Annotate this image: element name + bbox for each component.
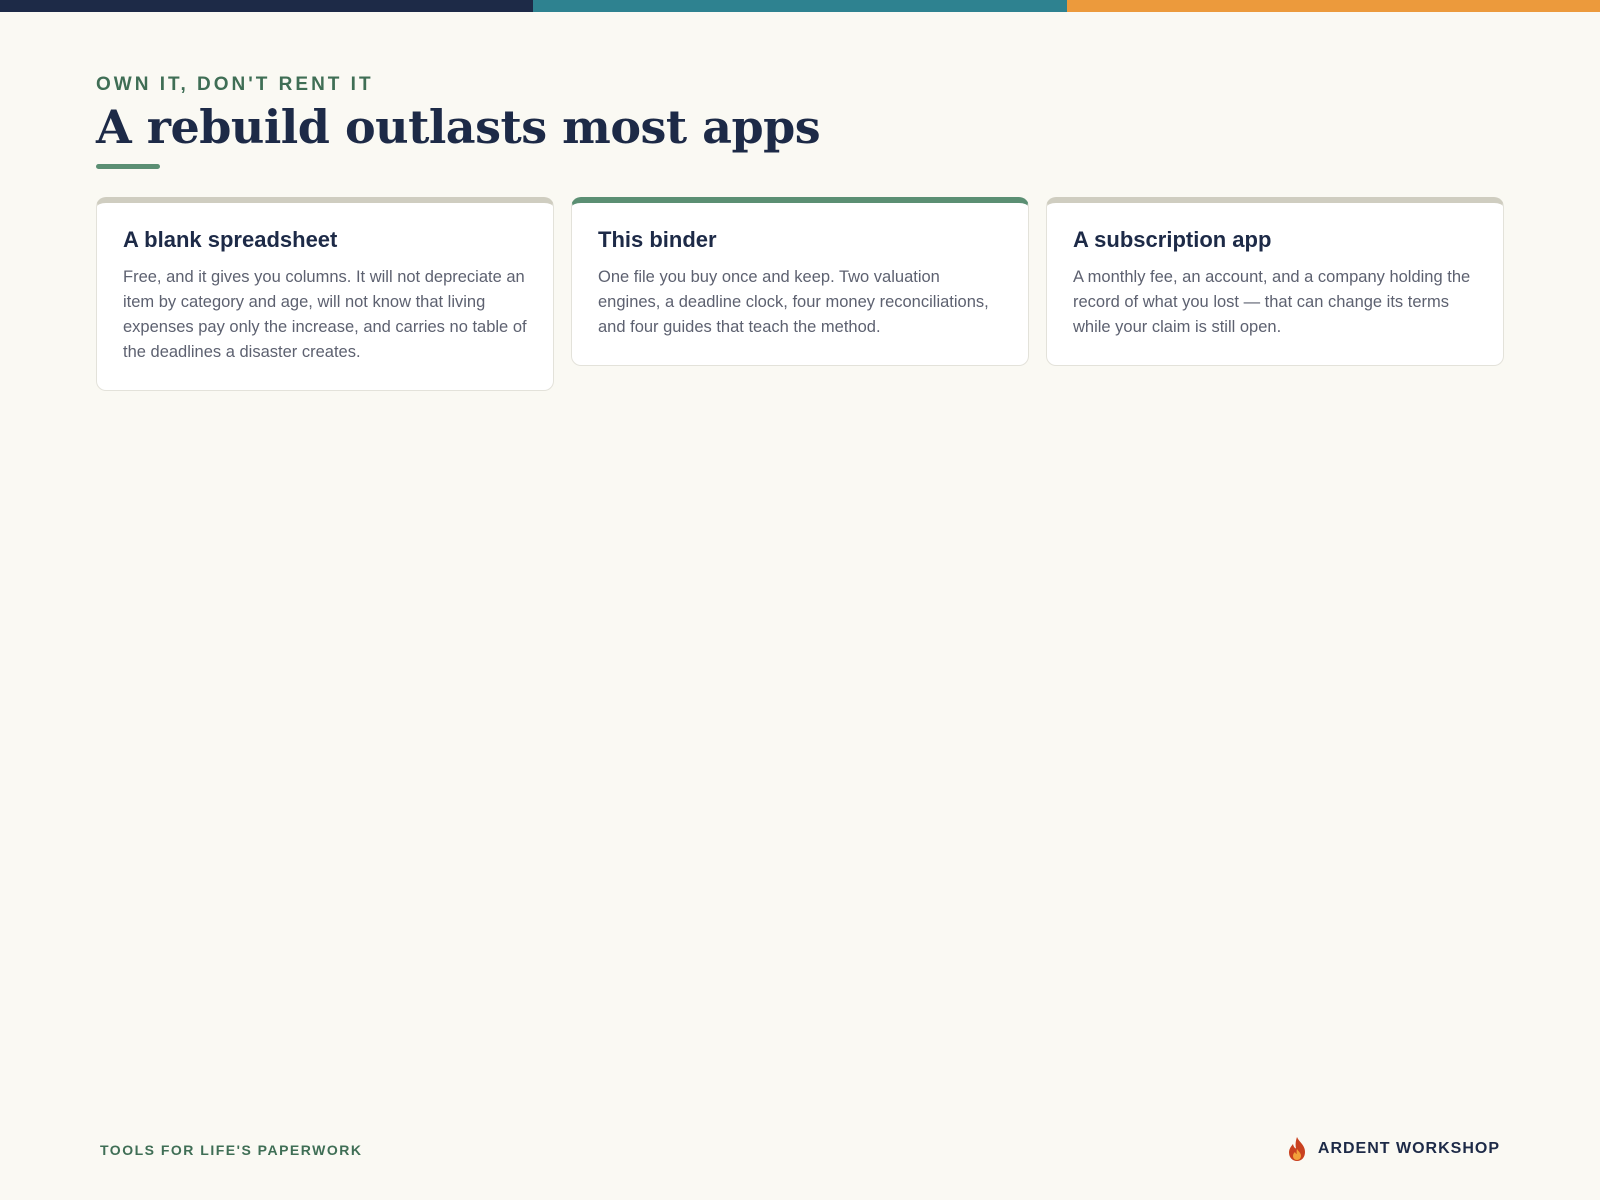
eyebrow-label: OWN IT, DON'T RENT IT xyxy=(96,74,374,95)
card-body: A monthly fee, an account, and a company… xyxy=(1073,268,1471,336)
title-underline xyxy=(96,164,160,169)
card-blank-spreadsheet: A blank spreadsheet Free, and it gives y… xyxy=(96,197,554,391)
band-teal-segment xyxy=(533,0,1067,12)
band-orange-segment xyxy=(1066,0,1600,12)
card-subscription-app: A subscription app A monthly fee, an acc… xyxy=(1046,197,1504,366)
top-color-band xyxy=(0,0,1600,12)
footer-tagline: TOOLS FOR LIFE'S PAPERWORK xyxy=(100,1142,363,1158)
band-navy-segment xyxy=(0,0,534,12)
card-body: One file you buy once and keep. Two valu… xyxy=(598,268,989,336)
flame-icon xyxy=(1288,1137,1305,1161)
card-title: This binder xyxy=(598,227,717,252)
comparison-cards: A blank spreadsheet Free, and it gives y… xyxy=(96,197,1504,391)
card-body: Free, and it gives you columns. It will … xyxy=(123,268,527,361)
card-title: A subscription app xyxy=(1073,227,1272,252)
brand-name: ARDENT WORKSHOP xyxy=(1317,1140,1500,1157)
card-title: A blank spreadsheet xyxy=(123,227,338,252)
card-this-binder: This binder One file you buy once and ke… xyxy=(571,197,1029,366)
footer-brand: ARDENT WORKSHOP xyxy=(1286,1136,1500,1162)
page-title: A rebuild outlasts most apps xyxy=(96,100,821,154)
